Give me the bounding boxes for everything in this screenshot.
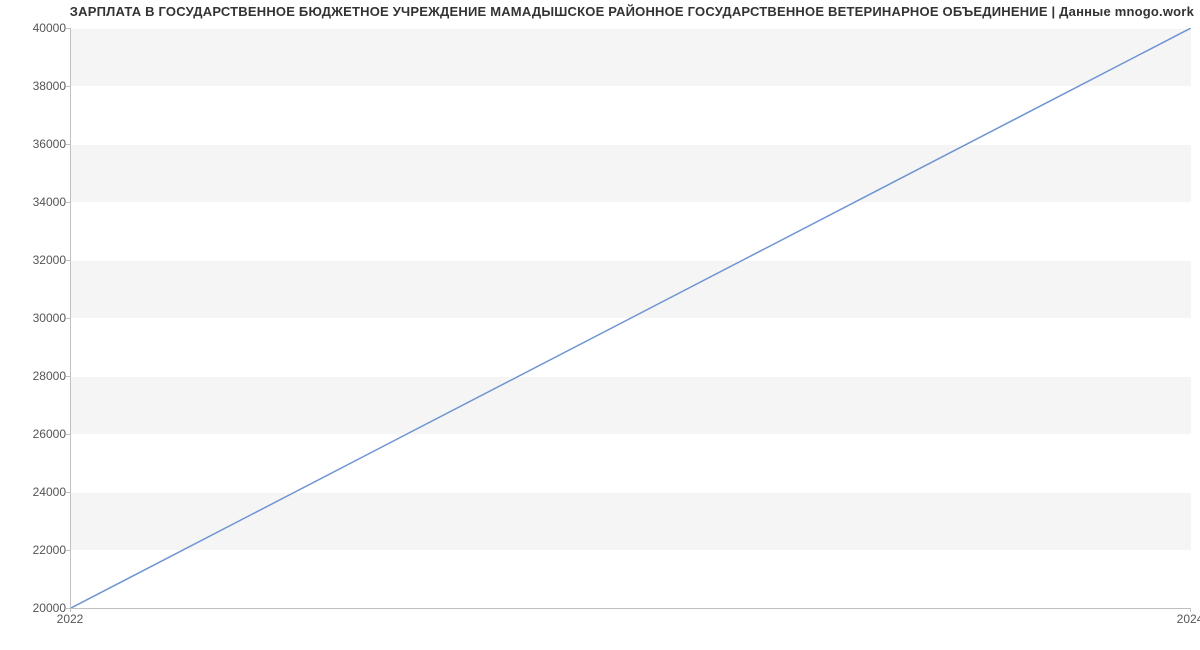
y-tick-label: 32000 xyxy=(6,253,66,267)
y-tick-label: 38000 xyxy=(6,79,66,93)
y-tick-label: 26000 xyxy=(6,427,66,441)
y-tick-label: 28000 xyxy=(6,369,66,383)
y-tick-label: 40000 xyxy=(6,21,66,35)
y-tick-label: 36000 xyxy=(6,137,66,151)
chart-title: ЗАРПЛАТА В ГОСУДАРСТВЕННОЕ БЮДЖЕТНОЕ УЧР… xyxy=(70,4,1194,19)
y-tick-label: 22000 xyxy=(6,543,66,557)
x-tick-label: 2022 xyxy=(57,612,84,626)
chart-container: ЗАРПЛАТА В ГОСУДАРСТВЕННОЕ БЮДЖЕТНОЕ УЧР… xyxy=(0,0,1200,650)
x-tick-label: 2024 xyxy=(1177,612,1200,626)
plot-area xyxy=(70,28,1191,609)
gridline xyxy=(71,608,1191,609)
series-line xyxy=(71,28,1191,608)
line-series-svg xyxy=(71,28,1191,608)
y-tick-label: 30000 xyxy=(6,311,66,325)
y-tick-label: 24000 xyxy=(6,485,66,499)
y-tick-label: 34000 xyxy=(6,195,66,209)
